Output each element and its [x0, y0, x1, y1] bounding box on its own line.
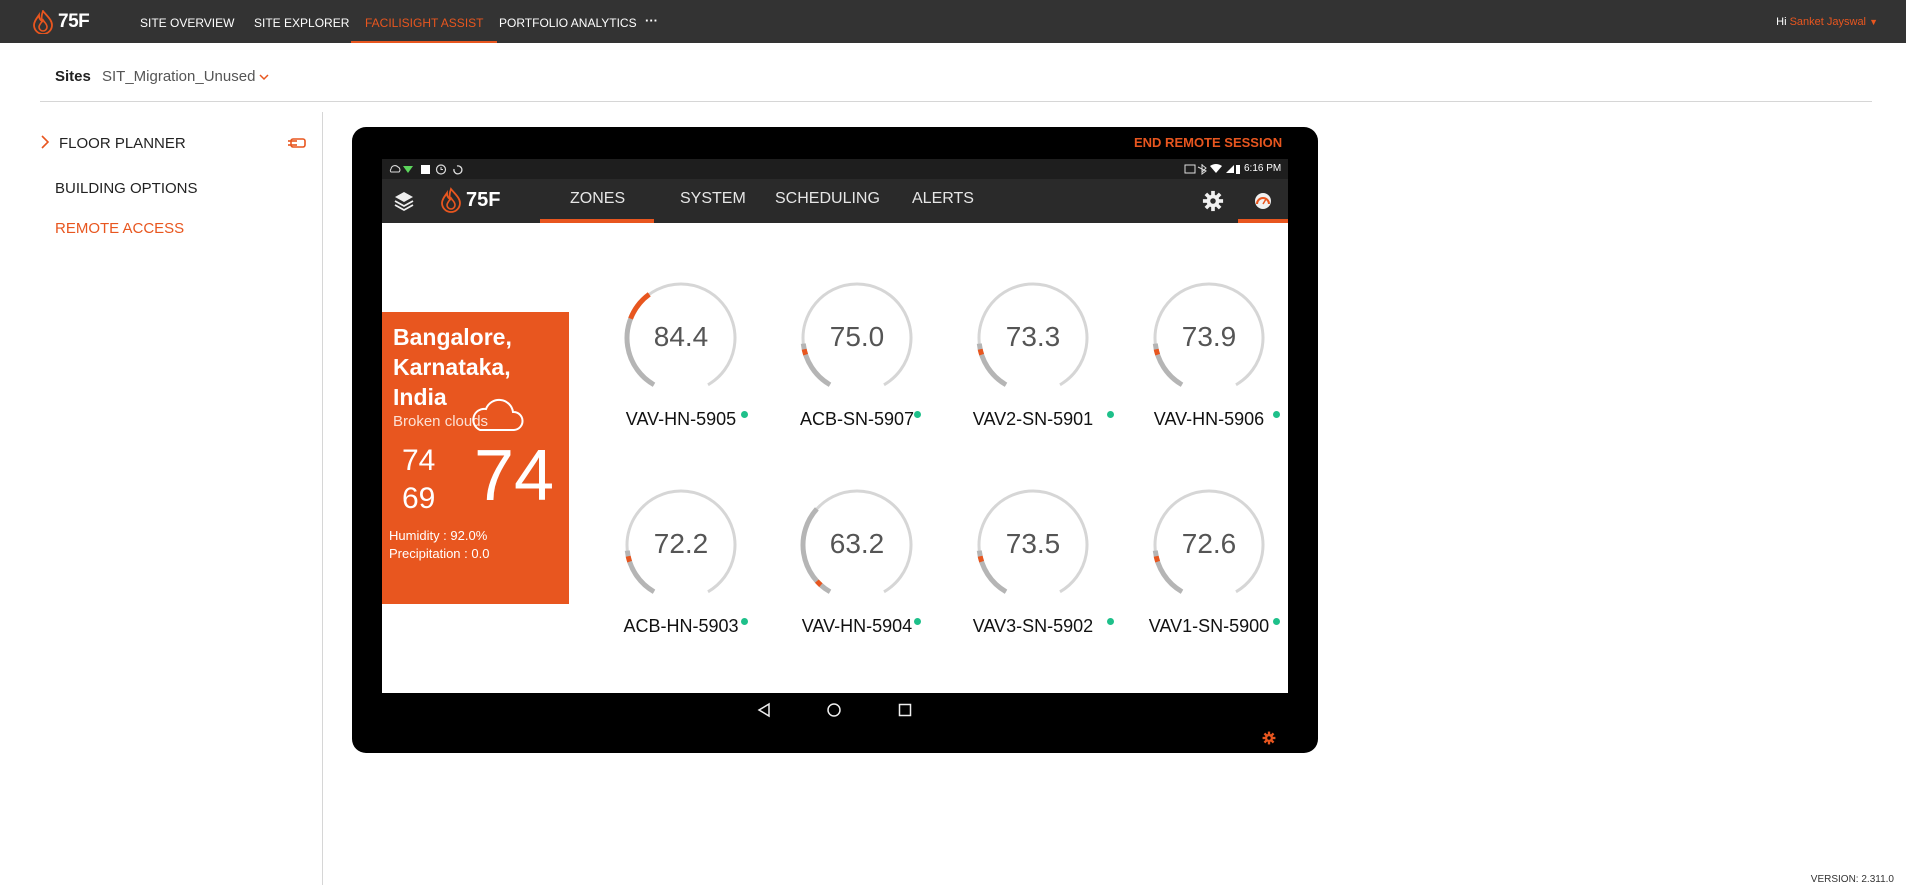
flame-logo-icon	[33, 10, 53, 34]
sidebar-item-building-options[interactable]: BUILDING OPTIONS	[55, 180, 198, 197]
tablet-brand-name: 75F	[466, 188, 501, 211]
weather-high: 74	[402, 444, 436, 477]
version-label: VERSION: 2.311.0	[1810, 874, 1894, 885]
zone-status-indicator	[1273, 618, 1280, 625]
zone-temperature: 75.0	[829, 321, 885, 352]
zone-name[interactable]: VAV-HN-5906	[1119, 409, 1299, 430]
zone-temperature: 73.3	[1005, 321, 1061, 352]
nav-portfolio-analytics[interactable]: PORTFOLIO ANALYTICS	[499, 0, 637, 43]
brand-name: 75F	[58, 11, 90, 32]
layers-icon[interactable]	[393, 190, 415, 212]
zone-temperature: 63.2	[829, 528, 885, 559]
weather-low: 69	[402, 482, 436, 515]
zone-status-indicator	[1107, 618, 1114, 625]
end-remote-session-button[interactable]: END REMOTE SESSION	[1134, 135, 1282, 150]
user-menu[interactable]: Hi Sanket Jayswal ▼	[1776, 16, 1878, 28]
chevron-down-icon: ▼	[1869, 17, 1878, 27]
top-navigation-bar: 75F SITE OVERVIEW SITE EXPLORER FACILISI…	[0, 0, 1906, 43]
zone-temperature: 72.2	[653, 528, 709, 559]
zone-status-indicator	[1107, 411, 1114, 418]
nav-facilisight-assist[interactable]: FACILISIGHT ASSIST	[351, 0, 498, 43]
zone-status-indicator	[1273, 411, 1280, 418]
user-name: Sanket Jayswal	[1789, 16, 1867, 28]
dial-current-marker	[815, 579, 823, 587]
zone-status-indicator	[914, 411, 921, 418]
zone-temperature: 73.5	[1005, 528, 1061, 559]
status-time: 6:16 PM	[1244, 163, 1282, 174]
weather-humidity: Humidity : 92.0%	[389, 528, 488, 543]
zone-temperature: 72.6	[1181, 528, 1237, 559]
session-settings-gear-icon[interactable]	[1262, 731, 1276, 745]
greeting-text: Hi	[1776, 16, 1787, 28]
home-icon[interactable]	[826, 702, 842, 718]
zone-status-indicator	[741, 411, 748, 418]
weather-current-temp: 74	[474, 436, 555, 516]
floor-plan-toggle-icon[interactable]	[287, 136, 307, 150]
cloud-icon	[472, 398, 524, 431]
sidebar-item-floor-planner[interactable]: FLOOR PLANNER	[59, 135, 186, 152]
zone-temperature: 73.9	[1181, 321, 1237, 352]
nav-more-menu[interactable]: ···	[645, 0, 658, 43]
chevron-down-icon[interactable]	[258, 72, 270, 82]
tablet-brand-logo: 75F	[440, 187, 500, 213]
settings-gear-icon[interactable]	[1202, 190, 1224, 212]
status-left-icons	[389, 164, 463, 175]
tab-zones[interactable]: ZONES	[570, 190, 625, 208]
zone-name[interactable]: VAV1-SN-5900	[1119, 616, 1299, 637]
android-status-bar	[382, 159, 1288, 179]
recents-icon[interactable]	[897, 702, 913, 718]
divider	[40, 101, 1872, 102]
sites-label: Sites	[55, 68, 91, 85]
nav-site-explorer[interactable]: SITE EXPLORER	[254, 0, 349, 43]
dial-current-marker	[628, 292, 651, 320]
zone-status-indicator	[914, 618, 921, 625]
nav-site-overview[interactable]: SITE OVERVIEW	[140, 0, 234, 43]
dashboard-gauge-icon[interactable]	[1253, 191, 1273, 211]
flame-logo-icon	[441, 187, 461, 213]
chevron-right-icon[interactable]	[40, 134, 50, 150]
weather-precipitation: Precipitation : 0.0	[389, 546, 490, 561]
back-icon[interactable]	[756, 702, 772, 718]
zone-name[interactable]: VAV3-SN-5902	[943, 616, 1123, 637]
sidebar-item-remote-access[interactable]: REMOTE ACCESS	[55, 220, 184, 237]
zone-status-indicator	[741, 618, 748, 625]
tab-system[interactable]: SYSTEM	[680, 190, 746, 208]
sidebar-divider	[322, 112, 323, 885]
brand-logo[interactable]: 75F	[32, 10, 90, 34]
tab-alerts[interactable]: ALERTS	[912, 190, 974, 208]
weather-card: Bangalore, Karnataka, India Broken cloud…	[382, 312, 569, 604]
site-select-value[interactable]: SIT_Migration_Unused	[102, 68, 255, 85]
zone-temperature: 84.4	[653, 321, 709, 352]
zone-name[interactable]: VAV2-SN-5901	[943, 409, 1123, 430]
status-right-icons	[1184, 164, 1240, 175]
tab-scheduling[interactable]: SCHEDULING	[775, 190, 880, 208]
